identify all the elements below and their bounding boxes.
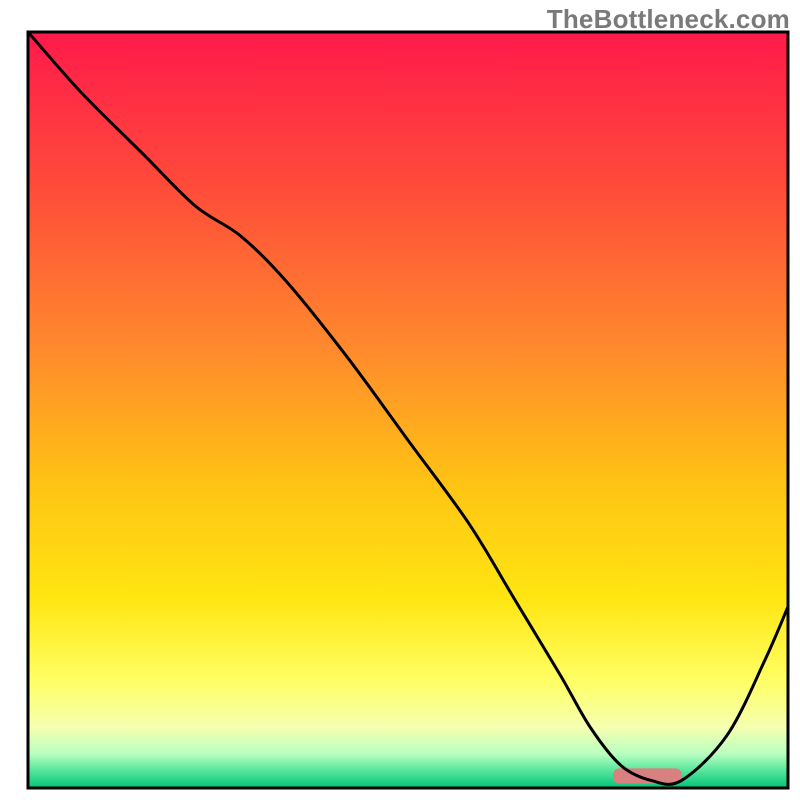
chart-container: TheBottleneck.com [0,0,800,800]
plot-background [28,32,788,788]
bottleneck-chart [0,0,800,800]
watermark-text: TheBottleneck.com [547,4,790,35]
optimal-band-marker [613,768,681,783]
